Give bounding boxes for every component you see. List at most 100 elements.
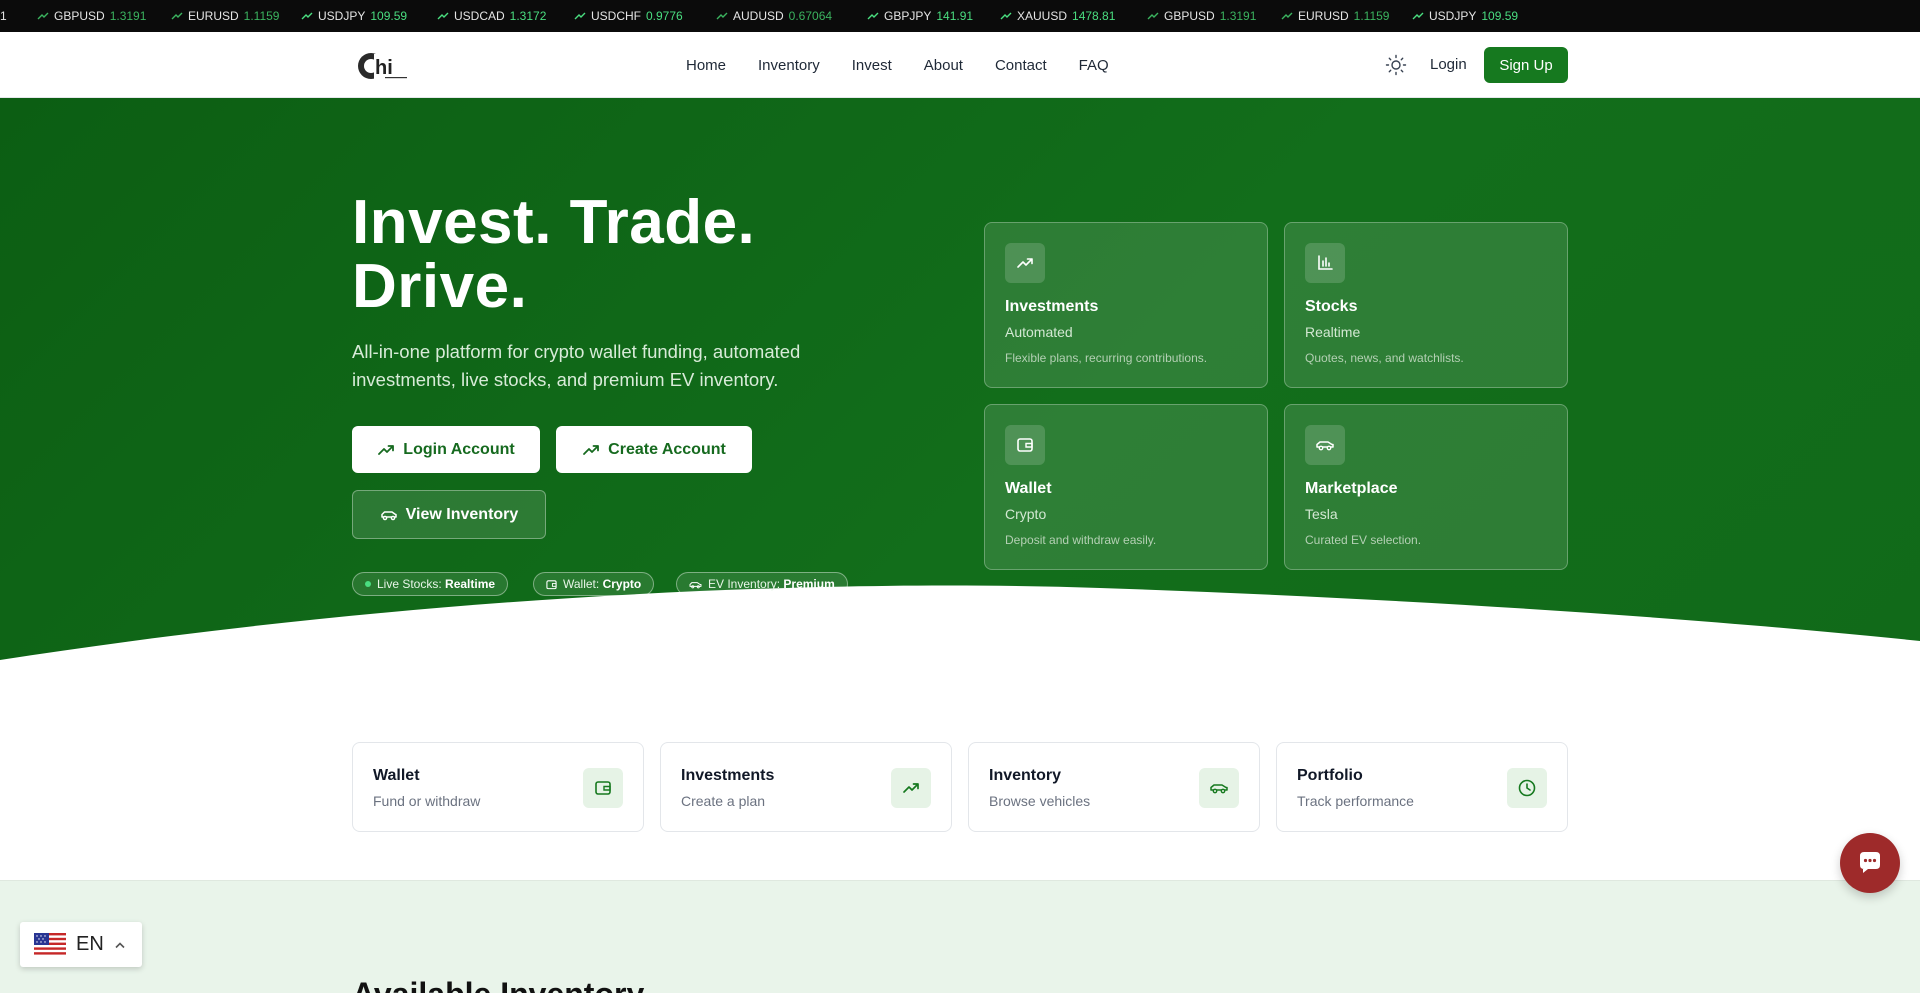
trending-up-icon: [378, 444, 395, 455]
quick-card-investments[interactable]: Investments Create a plan: [660, 742, 952, 832]
feature-card-stocks[interactable]: Stocks Realtime Quotes, news, and watchl…: [1284, 222, 1568, 388]
trend-arrow-icon: [1281, 12, 1293, 20]
feature-subtitle: Automated: [1005, 324, 1073, 340]
ticker-item: USDCAD 1.3172: [436, 0, 546, 32]
brand-logo[interactable]: hi: [357, 50, 409, 82]
ticker-value: 109.59: [1481, 9, 1519, 23]
hero-section: Invest. Trade. Drive. All-in-one platfor…: [0, 98, 1920, 718]
nav-link-contact[interactable]: Contact: [995, 57, 1047, 74]
wallet-icon: [595, 781, 611, 795]
sun-icon[interactable]: [1385, 54, 1407, 76]
trending-up-icon: [903, 783, 919, 793]
ticker-symbol: EURUSD: [188, 9, 239, 23]
language-code: EN: [76, 933, 104, 955]
ticker-symbol: USDCAD: [454, 9, 505, 23]
svg-text:hi: hi: [375, 57, 393, 79]
live-dot-icon: [365, 581, 371, 587]
ticker-value: 0.67064: [788, 9, 833, 23]
nav-link-home[interactable]: Home: [686, 57, 726, 74]
feature-subtitle: Realtime: [1305, 324, 1361, 340]
feature-description: Curated EV selection.: [1305, 533, 1422, 547]
car-icon: [1316, 441, 1334, 451]
feature-description: Deposit and withdraw easily.: [1005, 533, 1157, 547]
ticker-value: 1478.81: [1072, 9, 1116, 23]
ticker-item: USDJPY 109.59: [1411, 0, 1518, 32]
ticker-symbol: USDCHF: [591, 9, 641, 23]
hero-title: Invest. Trade. Drive.: [352, 191, 912, 319]
quick-card-icon-box: [1507, 768, 1547, 808]
trend-arrow-icon: [716, 12, 728, 20]
badge-live-stocks: Live Stocks: Realtime: [352, 572, 509, 596]
feature-icon-box: [1305, 243, 1345, 283]
ticker-item: EURUSD 1.1159: [1280, 0, 1389, 32]
badge-ev-inventory: EV Inventory: Premium: [676, 572, 848, 596]
ticker-value: 1.3191: [109, 9, 147, 23]
ticker-symbol: USDJPY: [318, 9, 366, 23]
chevron-up-icon: [115, 941, 125, 948]
ticker-value: 1.1159: [243, 9, 280, 23]
feature-title: Wallet: [1005, 480, 1052, 497]
badge-label: Wallet:: [563, 577, 600, 591]
hero-wave-divider: [0, 585, 1920, 718]
market-ticker: 1 GBPUSD 1.3191 EURUSD 1.1159 USDJPY 109.59…: [0, 0, 1920, 32]
quick-card-inventory[interactable]: Inventory Browse vehicles: [968, 742, 1260, 832]
feature-card-marketplace[interactable]: Marketplace Tesla Curated EV selection.: [1284, 404, 1568, 570]
trend-arrow-icon: [867, 12, 879, 20]
ticker-value: 1.3172: [509, 9, 547, 23]
badge-label: Live Stocks:: [377, 577, 442, 591]
clock-icon: [1518, 779, 1536, 797]
ticker-value: 1: [0, 9, 7, 23]
feature-card-investments[interactable]: Investments Automated Flexible plans, re…: [984, 222, 1268, 388]
ticker-value: 1.3191: [1219, 9, 1257, 23]
badge-label: EV Inventory:: [708, 577, 781, 591]
ticker-symbol: XAUUSD: [1017, 9, 1068, 23]
nav-link-about[interactable]: About: [924, 57, 963, 74]
feature-title: Stocks: [1305, 298, 1358, 315]
chat-button[interactable]: [1840, 833, 1900, 893]
ticker-value: 141.91: [936, 9, 974, 23]
ticker-item: USDJPY 109.59: [300, 0, 407, 32]
signup-button[interactable]: Sign Up: [1484, 47, 1568, 83]
car-icon: [380, 510, 397, 520]
ticker-value: 0.9776: [646, 9, 683, 23]
feature-icon-box: [1005, 425, 1045, 465]
car-icon: [689, 581, 702, 588]
create-account-label: Create Account: [608, 440, 726, 458]
ticker-item: 1: [0, 0, 7, 32]
trend-arrow-icon: [1000, 12, 1012, 20]
quick-card-subtitle: Create a plan: [681, 793, 766, 809]
create-account-button[interactable]: Create Account: [556, 426, 752, 473]
feature-title: Investments: [1005, 298, 1099, 315]
login-account-button[interactable]: Login Account: [352, 426, 540, 473]
ticker-item: EURUSD 1.1159: [170, 0, 279, 32]
wallet-icon: [546, 579, 557, 589]
top-navbar: hi Home Inventory Invest About Contact F…: [0, 32, 1920, 98]
trend-arrow-icon: [171, 12, 183, 20]
bar-chart-icon: [1318, 255, 1333, 270]
ticker-value: 109.59: [370, 9, 408, 23]
login-link[interactable]: Login: [1430, 32, 1467, 98]
trend-arrow-icon: [1147, 12, 1159, 20]
feature-description: Quotes, news, and watchlists.: [1305, 351, 1464, 365]
ticker-symbol: GBPUSD: [54, 9, 105, 23]
quick-card-title: Inventory: [989, 767, 1062, 784]
view-inventory-button[interactable]: View Inventory: [352, 490, 546, 539]
quick-card-portfolio[interactable]: Portfolio Track performance: [1276, 742, 1568, 832]
feature-description: Flexible plans, recurring contributions.: [1005, 351, 1208, 365]
feature-subtitle: Tesla: [1305, 506, 1338, 522]
nav-link-invest[interactable]: Invest: [852, 57, 892, 74]
feature-title: Marketplace: [1305, 480, 1398, 497]
quick-card-subtitle: Fund or withdraw: [373, 793, 481, 809]
nav-link-inventory[interactable]: Inventory: [758, 57, 820, 74]
us-flag-icon: [34, 932, 66, 957]
feature-icon-box: [1305, 425, 1345, 465]
quick-card-icon-box: [1199, 768, 1239, 808]
inventory-section: Available Inventory: [0, 880, 1920, 993]
language-selector[interactable]: EN: [20, 922, 142, 967]
feature-card-wallet[interactable]: Wallet Crypto Deposit and withdraw easil…: [984, 404, 1268, 570]
quick-card-wallet[interactable]: Wallet Fund or withdraw: [352, 742, 644, 832]
ticker-item: XAUUSD 1478.81: [999, 0, 1115, 32]
trend-arrow-icon: [574, 12, 586, 20]
trending-up-icon: [583, 444, 600, 455]
nav-link-faq[interactable]: FAQ: [1079, 57, 1109, 74]
